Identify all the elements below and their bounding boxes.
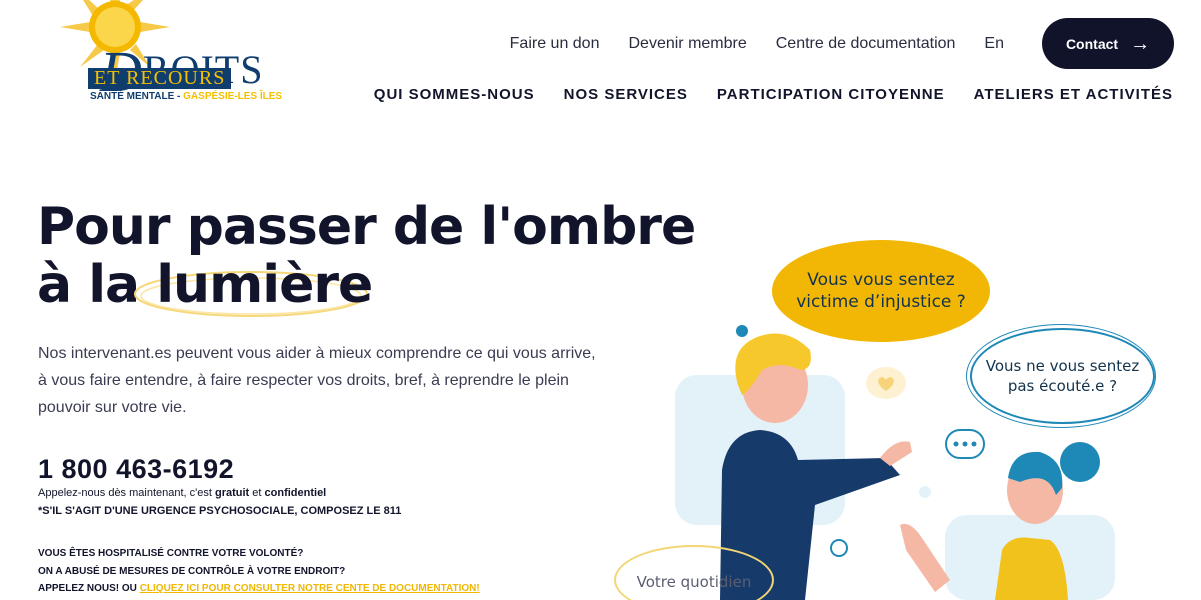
nav-link-member[interactable]: Devenir membre	[628, 35, 746, 53]
nav-item-services[interactable]: NOS SERVICES	[564, 86, 688, 103]
speech-bubble-injustice: Vous vous sentez victime d’injustice ?	[772, 240, 990, 342]
top-navigation: Faire un don Devenir membre Centre de do…	[481, 18, 1174, 69]
phone-note: Appelez-nous dès maintenant, c'est gratu…	[38, 487, 327, 499]
highlighted-word: lumière	[134, 256, 373, 317]
hero-illustration: Vous vous sentez victime d’injustice ? Vo…	[610, 220, 1201, 600]
documentation-link[interactable]: CLIQUEZ ICI POUR CONSULTER NOTRE CENTE D…	[140, 583, 480, 594]
language-switch[interactable]: En	[984, 35, 1004, 53]
nav-item-workshops[interactable]: ATELIERS ET ACTIVITÉS	[974, 86, 1173, 103]
logo-subtitle: ET RECOURS	[88, 68, 232, 89]
faq-line: ON A ABUSÉ DE MESURES DE CONTRÔLE À VOTR…	[38, 565, 346, 577]
nav-item-about[interactable]: QUI SOMMES-NOUS	[374, 86, 535, 103]
contact-button[interactable]: Contact →	[1042, 18, 1174, 69]
faq-callout: VOUS ÊTES HOSPITALISÉ CONTRE VOTRE VOLON…	[38, 545, 480, 598]
nav-link-documentation[interactable]: Centre de documentation	[776, 35, 956, 53]
hero-intro: Nos intervenant.es peuvent vous aider à …	[38, 345, 596, 416]
main-navigation: QUI SOMMES-NOUS NOS SERVICES PARTICIPATI…	[345, 86, 1173, 103]
phone-number[interactable]: 1 800 463-6192	[38, 454, 234, 485]
site-logo[interactable]: DROITS ET RECOURS SANTÉ MENTALE - GASPÉS…	[30, 0, 282, 108]
speech-bubble-not-heard: Vous ne vous sentez pas écouté.e ?	[970, 328, 1155, 424]
faq-line: APPELEZ NOUS! OU CLIQUEZ ICI POUR CONSUL…	[38, 583, 480, 594]
arrow-right-icon: →	[1130, 32, 1151, 55]
nav-item-participation[interactable]: PARTICIPATION CITOYENNE	[717, 86, 945, 103]
emergency-note: *S'IL S'AGIT D'UNE URGENCE PSYCHOSOCIALE…	[38, 505, 402, 517]
faq-line: VOUS ÊTES HOSPITALISÉ CONTRE VOTRE VOLON…	[38, 548, 304, 559]
hero-title: Pour passer de l'ombre à la lumière	[37, 198, 696, 317]
contact-button-label: Contact	[1065, 35, 1119, 52]
logo-tagline: SANTÉ MENTALE - GASPÉSIE-LES ÎLES	[90, 91, 283, 102]
nav-link-donate[interactable]: Faire un don	[510, 35, 600, 53]
